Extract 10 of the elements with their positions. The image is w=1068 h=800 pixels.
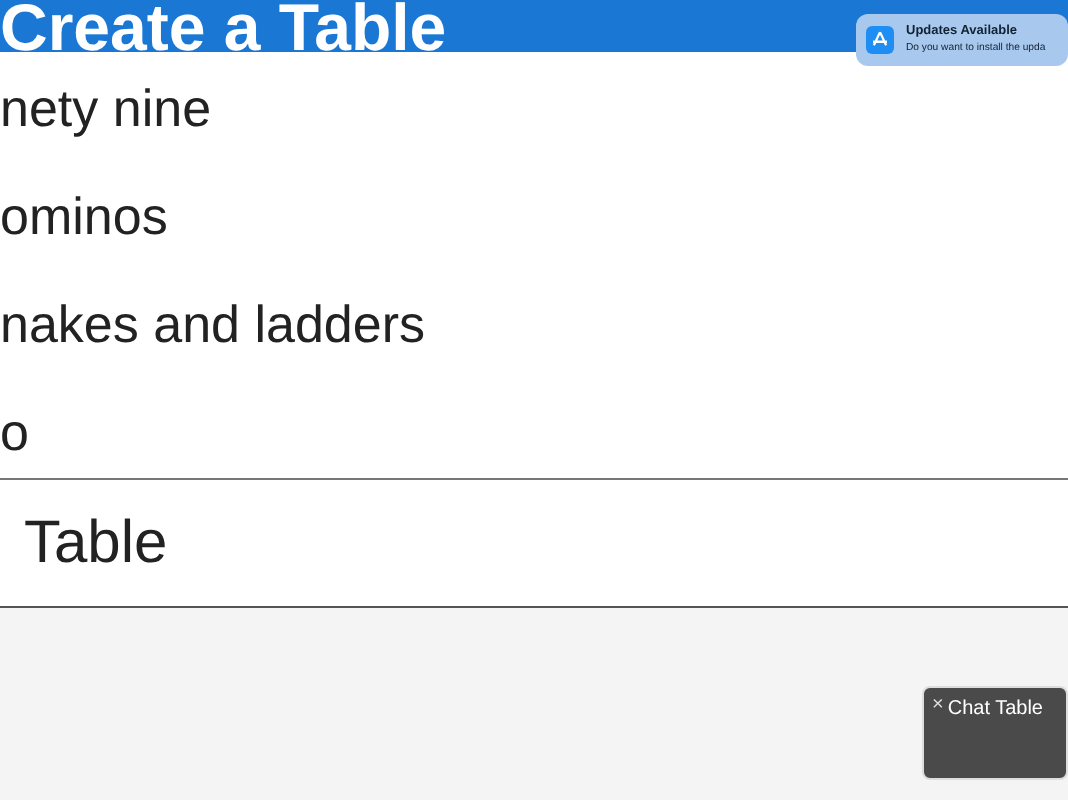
action-row[interactable]: Table [0,480,1068,608]
list-item[interactable]: o [0,396,1068,478]
app-store-icon [866,26,894,54]
page-title: Create a Table [0,0,447,64]
list-item[interactable]: nety nine [0,72,1068,180]
close-button[interactable]: × [932,696,944,716]
action-label: Table [22,509,168,577]
list-item[interactable]: nakes and ladders [0,288,1068,396]
chat-title: Chat Table [947,696,1043,722]
list-item[interactable]: ominos [0,180,1068,288]
